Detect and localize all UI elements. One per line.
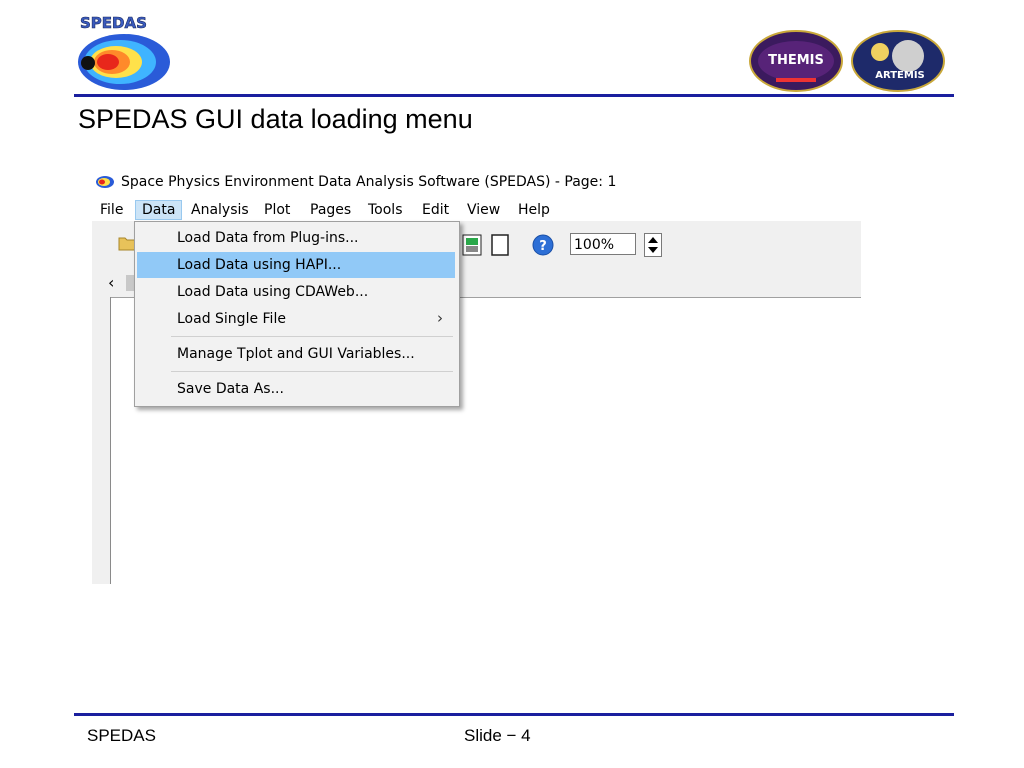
menu-help[interactable]: Help — [512, 201, 556, 219]
menu-file[interactable]: File — [94, 201, 129, 219]
menu-analysis[interactable]: Analysis — [185, 201, 255, 219]
slide-title: SPEDAS GUI data loading menu — [78, 104, 473, 134]
blank-page-icon[interactable] — [490, 234, 510, 260]
data-menu-dropdown: Load Data from Plug-ins... Load Data usi… — [134, 221, 460, 407]
menu-separator — [171, 336, 453, 337]
slide-number: Slide − 4 — [464, 726, 531, 745]
menu-pages[interactable]: Pages — [304, 201, 357, 219]
spedas-logo: SPEDAS — [78, 12, 176, 92]
tab-handle[interactable] — [126, 275, 134, 291]
window-title: Space Physics Environment Data Analysis … — [121, 174, 617, 190]
menu-item-manage-tplot[interactable]: Manage Tplot and GUI Variables... — [137, 341, 455, 367]
menu-item-load-hapi[interactable]: Load Data using HAPI... — [137, 252, 455, 278]
svg-text:ARTEMIS: ARTEMIS — [875, 70, 925, 81]
menu-data[interactable]: Data — [135, 200, 183, 220]
menu-item-load-plugins[interactable]: Load Data from Plug-ins... — [137, 225, 455, 251]
menubar: File Data Analysis Plot Pages Tools Edit… — [92, 199, 861, 221]
left-panel — [92, 297, 111, 584]
artemis-logo: ARTEMIS — [850, 30, 946, 92]
svg-text:SPEDAS: SPEDAS — [80, 14, 147, 32]
page-layout-icon[interactable] — [462, 234, 482, 260]
menu-item-load-single-file[interactable]: Load Single File › — [137, 306, 455, 332]
app-icon — [96, 173, 114, 191]
menu-edit[interactable]: Edit — [416, 201, 455, 219]
footer-rule — [74, 713, 954, 716]
zoom-spinner-icon[interactable] — [644, 233, 662, 257]
header-rule — [74, 94, 954, 97]
menu-separator — [171, 371, 453, 372]
menu-tools[interactable]: Tools — [362, 201, 409, 219]
menu-view[interactable]: View — [461, 201, 506, 219]
menu-plot[interactable]: Plot — [258, 201, 296, 219]
zoom-input[interactable]: 100% — [570, 233, 636, 255]
svg-text:THEMIS: THEMIS — [768, 53, 824, 68]
submenu-arrow-icon: › — [437, 309, 443, 327]
menu-item-save-data-as[interactable]: Save Data As... — [137, 376, 455, 402]
footer-label: SPEDAS — [87, 726, 156, 745]
menu-item-load-cdaweb[interactable]: Load Data using CDAWeb... — [137, 279, 455, 305]
svg-text:?: ? — [539, 239, 547, 254]
themis-logo: THEMIS — [748, 30, 844, 92]
help-question-icon[interactable]: ? — [532, 234, 554, 260]
scroll-left-icon[interactable]: ‹ — [108, 273, 114, 292]
